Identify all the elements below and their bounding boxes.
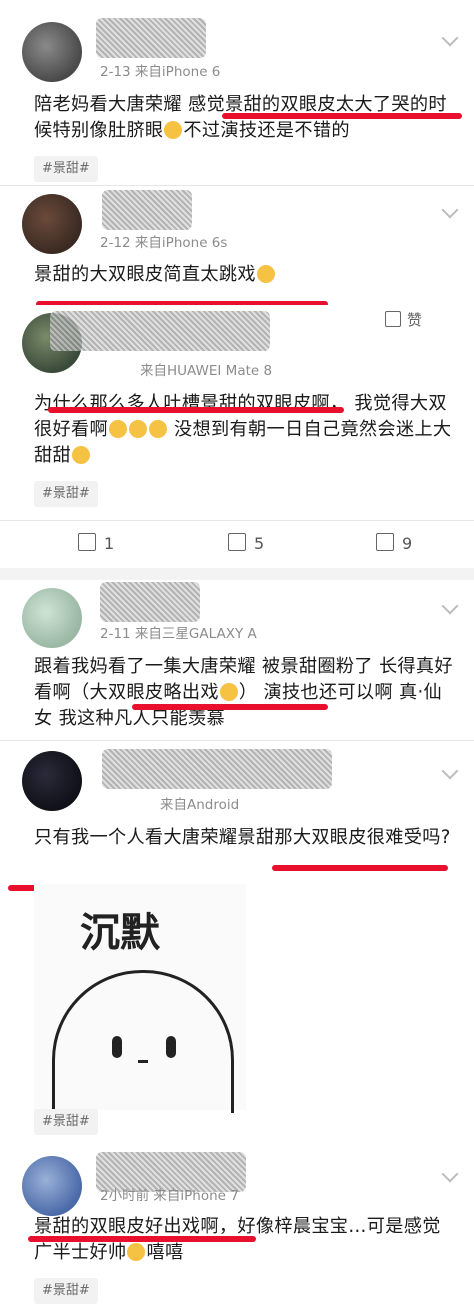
- meme-eye: [166, 1036, 176, 1058]
- blurred-username: [102, 190, 192, 230]
- topic-tag[interactable]: #景甜#: [34, 156, 98, 182]
- highlight-underline: [222, 113, 462, 119]
- comment-meta: 2小时前 来自iPhone 7: [100, 1188, 239, 1204]
- comment-icon: [228, 533, 246, 551]
- repost-button[interactable]: 1: [78, 520, 114, 568]
- emoji-icon: [164, 121, 183, 139]
- comment-text: 只有我一个人看大唐荣耀景甜那大双眼皮很难受吗?: [34, 827, 451, 848]
- avatar[interactable]: [22, 588, 82, 648]
- chevron-down-icon[interactable]: [441, 762, 459, 780]
- comment-text: 景甜的大双眼皮简直太跳戏: [34, 262, 458, 288]
- comment-meta: 2-12 来自iPhone 6s: [100, 235, 228, 251]
- thumbs-up-icon: [376, 533, 394, 551]
- avatar[interactable]: [22, 22, 82, 82]
- comment-text: 为什么那么多人吐槽景甜的双眼皮啊， 我觉得大双很好看啊 没想到有朝一日自己竟然会…: [34, 393, 452, 466]
- comment-button[interactable]: 5: [228, 520, 264, 568]
- topic-tag[interactable]: #景甜#: [34, 1278, 98, 1304]
- comment-card-6: 2小时前 来自iPhone 7 景甜的双眼皮好出戏啊，好像梓晨宝宝…可是感觉广半…: [0, 1150, 474, 1313]
- emoji-icon: [127, 1243, 146, 1261]
- like-button[interactable]: 赞: [384, 309, 422, 330]
- blurred-username: [96, 18, 206, 58]
- meme-face: [52, 970, 234, 1113]
- blurred-username: [100, 582, 200, 622]
- emoji-icon: [256, 265, 275, 283]
- comment-card-2: 2-12 来自iPhone 6s 景甜的大双眼皮简直太跳戏: [0, 186, 474, 307]
- emoji-icon: [219, 683, 238, 701]
- meme-image[interactable]: 沉默: [34, 884, 246, 1113]
- meme-caption: 沉默: [80, 910, 160, 956]
- topic-tag[interactable]: #景甜#: [34, 481, 98, 507]
- comment-meta: 来自HUAWEI Mate 8: [140, 363, 273, 379]
- emoji-icon: [71, 446, 90, 464]
- emoji-icon: [128, 420, 147, 438]
- chevron-down-icon[interactable]: [441, 201, 459, 219]
- avatar[interactable]: [22, 194, 82, 254]
- comment-text: 跟着我妈看了一集大唐荣耀 被景甜圈粉了 长得真好看啊（大双眼皮略出戏） 演技也还…: [34, 656, 453, 729]
- comment-card-1: 2-13 来自iPhone 6 陪老妈看大唐荣耀 感觉景甜的双眼皮太大了哭的时候…: [0, 0, 474, 185]
- blurred-username: [50, 311, 270, 351]
- action-bar: 1 5 9: [0, 520, 474, 568]
- comment-meta: 2-11 来自三星GALAXY A: [100, 626, 257, 642]
- section-gap: [0, 568, 474, 580]
- highlight-underline: [272, 865, 448, 871]
- repost-icon: [78, 533, 96, 551]
- chevron-down-icon[interactable]: [441, 597, 459, 615]
- meme-mouth: [138, 1060, 148, 1063]
- comment-meta: 2-13 来自iPhone 6: [100, 64, 221, 80]
- comment-meta: 来自Android: [160, 797, 240, 813]
- blurred-username: [102, 749, 332, 789]
- emoji-icon: [108, 420, 127, 438]
- emoji-icon: [148, 420, 167, 438]
- meme-eye: [112, 1036, 122, 1058]
- chevron-down-icon[interactable]: [441, 29, 459, 47]
- highlight-underline: [48, 407, 344, 413]
- thumbs-up-icon: [384, 311, 401, 327]
- highlight-underline: [132, 704, 328, 710]
- highlight-underline: [28, 1236, 256, 1242]
- avatar[interactable]: [22, 1156, 82, 1216]
- comment-card-3: 赞 来自HUAWEI Mate 8 为什么那么多人吐槽景甜的双眼皮啊， 我觉得大…: [0, 305, 474, 520]
- topic-tag[interactable]: #景甜#: [34, 1109, 98, 1135]
- chevron-down-icon[interactable]: [441, 1165, 459, 1183]
- comment-card-5: 来自Android 只有我一个人看大唐荣耀景甜那大双眼皮很难受吗? 沉默 #景甜…: [0, 741, 474, 1165]
- like-button[interactable]: 9: [376, 520, 412, 568]
- avatar[interactable]: [22, 751, 82, 811]
- comment-card-4: 2-11 来自三星GALAXY A 跟着我妈看了一集大唐荣耀 被景甜圈粉了 长得…: [0, 580, 474, 740]
